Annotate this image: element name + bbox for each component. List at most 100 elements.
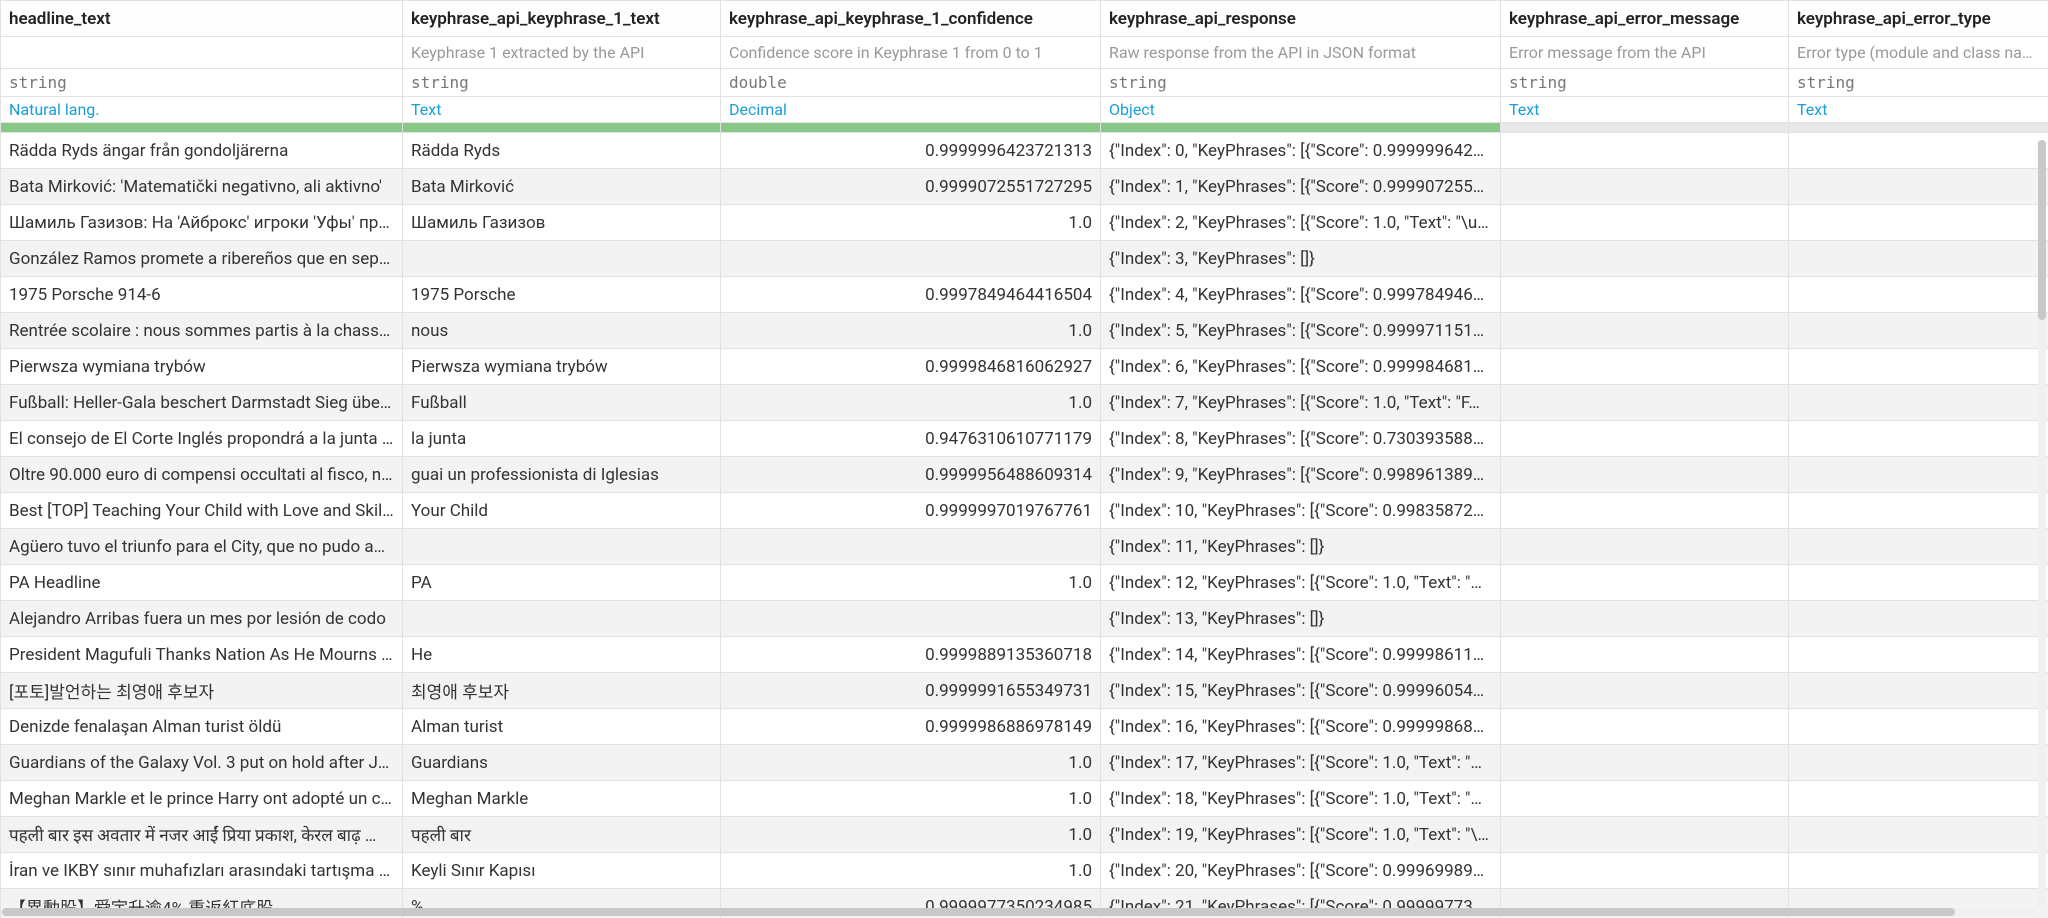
cell[interactable] — [403, 241, 721, 277]
cell[interactable]: {"Index": 2, "KeyPhrases": [{"Score": 1.… — [1101, 205, 1501, 241]
cell[interactable] — [1789, 205, 2048, 241]
cell[interactable]: 0.9999072551727295 — [721, 169, 1101, 205]
cell[interactable]: Pierwsza wymiana trybów — [1, 349, 403, 385]
col-header-keyphrase_api_response[interactable]: keyphrase_api_response — [1101, 1, 1501, 37]
cell[interactable] — [1501, 385, 1789, 421]
cell[interactable]: 0.9476310610771179 — [721, 421, 1101, 457]
cell[interactable]: पहली बार इस अवतार में नजर आईं प्रिया प्र… — [1, 817, 403, 853]
col-header-headline_text[interactable]: headline_text — [1, 1, 403, 37]
cell[interactable] — [403, 601, 721, 637]
col-semantic[interactable]: Text — [1501, 97, 1789, 123]
cell[interactable] — [1789, 529, 2048, 565]
cell[interactable]: Oltre 90.000 euro di compensi occultati … — [1, 457, 403, 493]
table-row[interactable]: Guardians of the Galaxy Vol. 3 put on ho… — [1, 745, 2048, 781]
cell[interactable]: Bata Mirković — [403, 169, 721, 205]
table-row[interactable]: PA HeadlinePA1.0{"Index": 12, "KeyPhrase… — [1, 565, 2048, 601]
cell[interactable] — [1501, 493, 1789, 529]
cell[interactable]: Шамиль Газизов: На 'Айброкс' игроки 'Уфы… — [1, 205, 403, 241]
cell[interactable] — [1789, 277, 2048, 313]
cell[interactable]: {"Index": 1, "KeyPhrases": [{"Score": 0.… — [1101, 169, 1501, 205]
table-row[interactable]: Rädda Ryds ängar från gondoljärernaRädda… — [1, 133, 2048, 169]
col-semantic[interactable]: Decimal — [721, 97, 1101, 123]
cell[interactable] — [1789, 637, 2048, 673]
cell[interactable]: 0.9999996423721313 — [721, 133, 1101, 169]
horizontal-scroll-thumb[interactable] — [2, 908, 1955, 916]
cell[interactable]: 1975 Porsche — [403, 277, 721, 313]
cell[interactable]: {"Index": 16, "KeyPhrases": [{"Score": 0… — [1101, 709, 1501, 745]
cell[interactable]: {"Index": 7, "KeyPhrases": [{"Score": 1.… — [1101, 385, 1501, 421]
table-row[interactable]: Meghan Markle et le prince Harry ont ado… — [1, 781, 2048, 817]
cell[interactable]: {"Index": 13, "KeyPhrases": []} — [1101, 601, 1501, 637]
cell[interactable]: Guardians of the Galaxy Vol. 3 put on ho… — [1, 745, 403, 781]
cell[interactable]: Your Child — [403, 493, 721, 529]
cell[interactable] — [1789, 313, 2048, 349]
cell[interactable] — [1789, 241, 2048, 277]
cell[interactable]: Rädda Ryds ängar från gondoljärerna — [1, 133, 403, 169]
cell[interactable]: Rentrée scolaire : nous sommes partis à … — [1, 313, 403, 349]
horizontal-scrollbar[interactable] — [2, 908, 2036, 916]
cell[interactable]: {"Index": 12, "KeyPhrases": [{"Score": 1… — [1101, 565, 1501, 601]
cell[interactable]: Best [TOP] Teaching Your Child with Love… — [1, 493, 403, 529]
table-row[interactable]: Denizde fenalaşan Alman turist öldüAlman… — [1, 709, 2048, 745]
cell[interactable]: Agüero tuvo el triunfo para el City, que… — [1, 529, 403, 565]
cell[interactable]: Keyli Sınır Kapısı — [403, 853, 721, 889]
cell[interactable]: {"Index": 11, "KeyPhrases": []} — [1101, 529, 1501, 565]
cell[interactable] — [1789, 565, 2048, 601]
cell[interactable]: {"Index": 18, "KeyPhrases": [{"Score": 1… — [1101, 781, 1501, 817]
cell[interactable] — [1789, 709, 2048, 745]
table-row[interactable]: Pierwsza wymiana trybówPierwsza wymiana … — [1, 349, 2048, 385]
cell[interactable]: PA — [403, 565, 721, 601]
cell[interactable]: Fußball: Heller-Gala beschert Darmstadt … — [1, 385, 403, 421]
table-row[interactable]: Rentrée scolaire : nous sommes partis à … — [1, 313, 2048, 349]
cell[interactable] — [1789, 133, 2048, 169]
cell[interactable] — [1501, 817, 1789, 853]
cell[interactable]: Meghan Markle — [403, 781, 721, 817]
cell[interactable]: 1.0 — [721, 745, 1101, 781]
cell[interactable]: 1975 Porsche 914-6 — [1, 277, 403, 313]
cell[interactable]: nous — [403, 313, 721, 349]
table-row[interactable]: Bata Mirković: 'Matematički negativno, a… — [1, 169, 2048, 205]
cell[interactable]: {"Index": 4, "KeyPhrases": [{"Score": 0.… — [1101, 277, 1501, 313]
cell[interactable] — [1501, 457, 1789, 493]
cell[interactable]: {"Index": 3, "KeyPhrases": []} — [1101, 241, 1501, 277]
cell[interactable]: पहली बार — [403, 817, 721, 853]
cell[interactable] — [1789, 457, 2048, 493]
cell[interactable] — [1501, 853, 1789, 889]
cell[interactable] — [1501, 241, 1789, 277]
cell[interactable]: {"Index": 20, "KeyPhrases": [{"Score": 0… — [1101, 853, 1501, 889]
cell[interactable]: Guardians — [403, 745, 721, 781]
col-header-keyphrase_1_text[interactable]: keyphrase_api_keyphrase_1_text — [403, 1, 721, 37]
cell[interactable]: President Magufuli Thanks Nation As He M… — [1, 637, 403, 673]
table-row[interactable]: El consejo de El Corte Inglés propondrá … — [1, 421, 2048, 457]
cell[interactable]: Meghan Markle et le prince Harry ont ado… — [1, 781, 403, 817]
cell[interactable]: Fußball — [403, 385, 721, 421]
cell[interactable]: 0.9999956488609314 — [721, 457, 1101, 493]
cell[interactable]: Alejandro Arribas fuera un mes por lesió… — [1, 601, 403, 637]
cell[interactable] — [721, 241, 1101, 277]
table-row[interactable]: Best [TOP] Teaching Your Child with Love… — [1, 493, 2048, 529]
cell[interactable]: 0.9999846816062927 — [721, 349, 1101, 385]
table-row[interactable]: Agüero tuvo el triunfo para el City, que… — [1, 529, 2048, 565]
cell[interactable]: 1.0 — [721, 565, 1101, 601]
cell[interactable]: {"Index": 0, "KeyPhrases": [{"Score": 0.… — [1101, 133, 1501, 169]
cell[interactable] — [1789, 745, 2048, 781]
cell[interactable]: 1.0 — [721, 853, 1101, 889]
cell[interactable]: {"Index": 5, "KeyPhrases": [{"Score": 0.… — [1101, 313, 1501, 349]
table-row[interactable]: Шамиль Газизов: На 'Айброкс' игроки 'Уфы… — [1, 205, 2048, 241]
cell[interactable]: 0.9999991655349731 — [721, 673, 1101, 709]
cell[interactable]: Bata Mirković: 'Matematički negativno, a… — [1, 169, 403, 205]
cell[interactable] — [1789, 493, 2048, 529]
cell[interactable] — [1501, 601, 1789, 637]
table-row[interactable]: President Magufuli Thanks Nation As He M… — [1, 637, 2048, 673]
cell[interactable] — [1501, 205, 1789, 241]
cell[interactable]: PA Headline — [1, 565, 403, 601]
cell[interactable]: {"Index": 8, "KeyPhrases": [{"Score": 0.… — [1101, 421, 1501, 457]
cell[interactable] — [1501, 745, 1789, 781]
cell[interactable]: la junta — [403, 421, 721, 457]
cell[interactable]: {"Index": 6, "KeyPhrases": [{"Score": 0.… — [1101, 349, 1501, 385]
cell[interactable]: 1.0 — [721, 205, 1101, 241]
cell[interactable]: {"Index": 14, "KeyPhrases": [{"Score": 0… — [1101, 637, 1501, 673]
table-row[interactable]: 1975 Porsche 914-61975 Porsche0.99978494… — [1, 277, 2048, 313]
cell[interactable] — [1501, 709, 1789, 745]
cell[interactable] — [1501, 673, 1789, 709]
